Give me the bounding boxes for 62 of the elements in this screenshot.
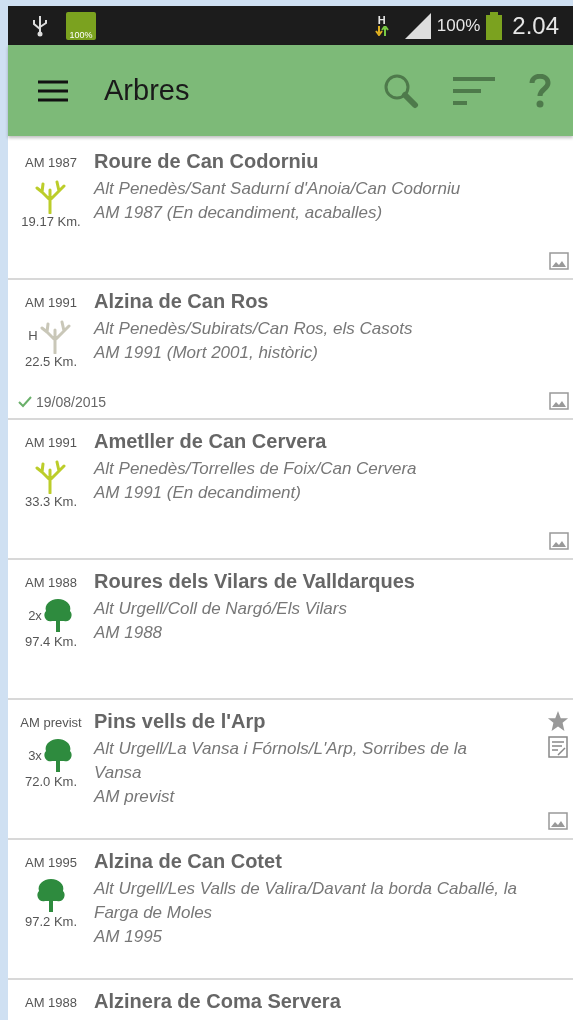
- description-text: AM 1988: [94, 622, 164, 644]
- tree-name: Alzina de Can Ros: [94, 290, 270, 313]
- distance: 22.5 Km.: [25, 354, 77, 369]
- image-icon[interactable]: [548, 812, 568, 830]
- distance: 33.3 Km.: [25, 494, 77, 509]
- location-text: Alt Urgell/La Vansa i Fórnols/L'Arp, Sorribes de la Vansa: [94, 738, 468, 784]
- app-title: Arbres: [104, 74, 191, 107]
- clock: 2.04: [512, 11, 559, 40]
- tree-code: AM 1995: [24, 855, 77, 870]
- description-text: AM previst: [94, 786, 176, 808]
- distance: 19.17 Km.: [21, 214, 81, 229]
- tree-name: Roures dels Vilars de Valldarques: [94, 570, 416, 593]
- location-text: Alt Penedès/Sant Sadurní d'Anoia/Can Codorniu: [94, 178, 462, 200]
- check-icon: [18, 396, 32, 408]
- battery-label: 100%: [69, 29, 93, 40]
- distance: 72.0 Km.: [25, 774, 77, 789]
- note-icon[interactable]: [548, 736, 568, 758]
- description-text: AM 1991 (En decandiment): [94, 482, 302, 504]
- location-text: Alt Urgell/Les Valls de Valira/Davant la borda Caballé, la Farga de Moles: [94, 878, 519, 924]
- visited-date: 19/08/2015: [36, 394, 107, 410]
- tree-name: Pins vells de l'Arp: [94, 710, 267, 733]
- tree-code: AM 1991: [24, 435, 77, 450]
- description-text: AM 1991 (Mort 2001, històric): [94, 342, 319, 364]
- tree-name: Ametller de Can Cervera: [94, 430, 328, 453]
- menu-icon[interactable]: [38, 79, 68, 102]
- tree-name: Roure de Can Codorniu: [94, 150, 320, 173]
- tree-code: AM 1991: [24, 295, 77, 310]
- network-indicator: H: [374, 15, 389, 36]
- search-button[interactable]: [383, 72, 419, 109]
- image-icon[interactable]: [549, 532, 569, 550]
- tree-list-item[interactable]: AM 1995 97.2 Km. Alzina de Can Cotet Alt Urgell/Les Valls de Valira/Davant la borda Caballé, la Farga de Moles AM 1995: [8, 840, 573, 980]
- tree-list-item[interactable]: AM previst 3x 72.0 Km. Pins vells de l'Arp Alt Urgell/La Vansa i Fórnols/L'Arp, Sorribes de la Vansa AM previst: [8, 700, 573, 840]
- tree-count: 3x: [28, 747, 42, 763]
- tree-list-item[interactable]: AM 1988 2x 97.4 Km. Roures dels Vilars de Valldarques Alt Urgell/Coll de Nargó/Els Vilars AM 1988: [8, 560, 573, 700]
- tree-code: AM 1988: [24, 995, 77, 1010]
- location-text: Alt Penedès/Torrelles de Foix/Can Cervera: [94, 458, 418, 480]
- distance: 97.2 Km.: [25, 914, 77, 929]
- location-text: Alt Penedès/Subirats/Can Ros, els Casots: [94, 318, 414, 340]
- description-text: AM 1995: [94, 926, 164, 948]
- tree-list-item[interactable]: AM 1991 H 22.5 Km. Alzina de Can Ros Alt Penedès/Subirats/Can Ros, els Casots AM 1991 (Mort 2001, històric) 19/08/2015: [8, 280, 573, 420]
- tree-code: AM 1988: [24, 575, 77, 590]
- star-icon[interactable]: [547, 710, 569, 732]
- tree-count: H: [28, 327, 38, 343]
- tree-name: Alzinera de Coma Servera: [94, 990, 342, 1013]
- tree-code: AM previst: [20, 715, 82, 730]
- usb-icon: [32, 14, 48, 37]
- help-button[interactable]: [529, 73, 551, 108]
- sort-button[interactable]: [453, 75, 495, 106]
- tree-name: Alzina de Can Cotet: [94, 850, 283, 873]
- tree-count: 2x: [28, 607, 42, 623]
- image-icon[interactable]: [549, 392, 569, 410]
- location-text: Alt Urgell/Coll de Nargó/Els Vilars: [94, 598, 348, 620]
- image-icon[interactable]: [549, 252, 569, 270]
- tree-list-item[interactable]: AM 1987 19.17 Km. Roure de Can Codorniu Alt Penedès/Sant Sadurní d'Anoia/Can Codorniu AM 1987 (En decandiment, acaballes): [8, 140, 573, 280]
- battery-percent: 100%: [436, 15, 481, 36]
- tree-list-item[interactable]: AM 1988 Alzinera de Coma Servera: [8, 980, 573, 1020]
- distance: 97.4 Km.: [25, 634, 77, 649]
- description-text: AM 1987 (En decandiment, acaballes): [94, 202, 384, 224]
- signal-icon: [404, 12, 431, 39]
- tree-code: AM 1987: [24, 155, 77, 170]
- tree-list-item[interactable]: AM 1991 33.3 Km. Ametller de Can Cervera Alt Penedès/Torrelles de Foix/Can Cervera AM 1991 (En decandiment): [8, 420, 573, 560]
- battery-icon: [486, 11, 503, 40]
